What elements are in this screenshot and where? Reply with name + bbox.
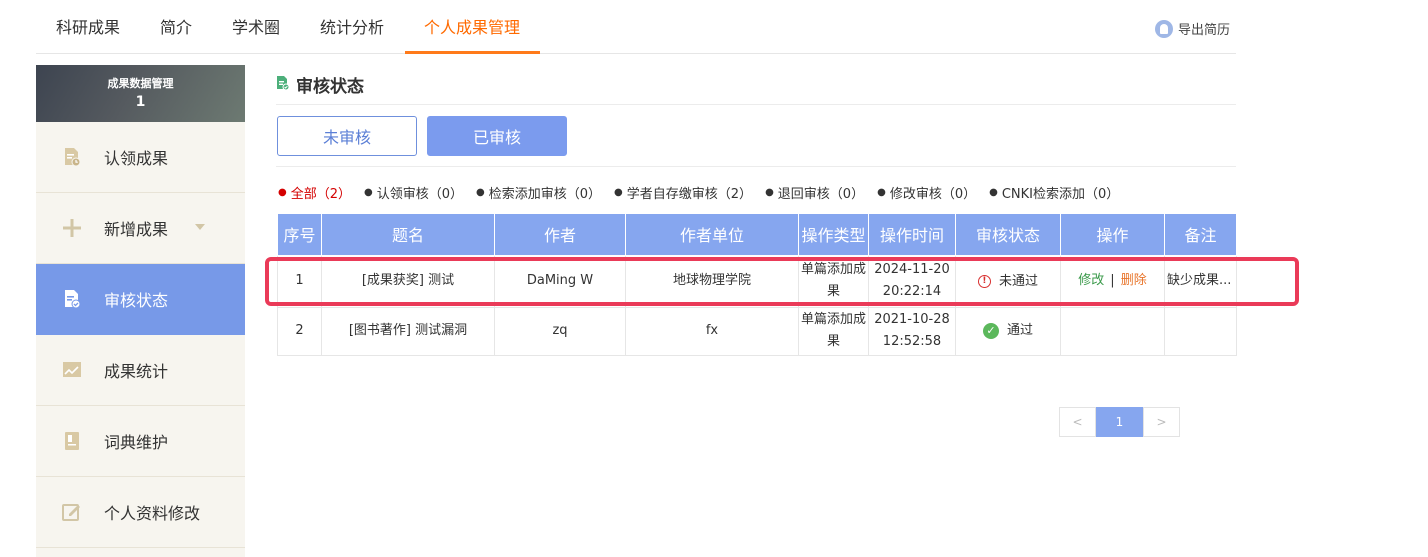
col-header-status: 审核状态 <box>955 214 1061 256</box>
cell-no: 1 <box>277 254 322 308</box>
warning-icon: ! <box>977 275 991 289</box>
document-check-icon <box>276 75 290 95</box>
cell-remark: 缺少成果... <box>1164 254 1237 308</box>
col-header-no: 序号 <box>277 214 322 256</box>
remark-text: 缺少成果... <box>1167 273 1232 288</box>
sidebar-item-review-status[interactable]: 审核状态 <box>36 264 245 335</box>
sidebar-item-label: 审核状态 <box>104 291 169 310</box>
action-separator: | <box>1110 273 1115 288</box>
section-header: 审核状态 <box>276 65 1236 105</box>
cell-op-type: 单篇添加成果 <box>798 254 869 308</box>
cell-author: zq <box>494 306 626 356</box>
col-header-op-time: 操作时间 <box>868 214 956 256</box>
filter-claim-review[interactable]: ● 认领审核（0） <box>364 183 463 202</box>
sidebar-item-profile-edit[interactable]: 个人资料修改 <box>36 477 245 548</box>
cell-op-time: 2024-11-20 20:22:14 <box>868 254 956 308</box>
edit-link[interactable]: 修改 <box>1078 273 1104 288</box>
filter-search-add-review[interactable]: ● 检索添加审核（0） <box>476 183 601 202</box>
cell-actions: 修改 | 删除 <box>1060 254 1165 308</box>
check-icon: ✓ <box>982 322 999 339</box>
table-row: 2 [图书著作] 测试漏洞 zq fx 单篇添加成果 2021-10-28 12… <box>277 306 1237 356</box>
sidebar-item-label: 词典维护 <box>104 433 169 452</box>
table-row: 1 [成果获奖] 测试 DaMing W 地球物理学院 单篇添加成果 2024-… <box>277 254 1237 308</box>
col-header-unit: 作者单位 <box>625 214 799 256</box>
section-title: 审核状态 <box>296 77 364 97</box>
filter-all[interactable]: ● 全部（2） <box>278 183 351 202</box>
main-content: 审核状态 未审核 已审核 <box>276 65 1236 167</box>
table-header-row: 序号 题名 作者 作者单位 操作类型 操作时间 审核状态 操作 备注 <box>277 214 1237 256</box>
cell-unit: fx <box>625 306 799 356</box>
chart-icon <box>62 360 82 380</box>
filter-cnki-add[interactable]: ● CNKI检索添加（0） <box>989 183 1119 202</box>
sidebar-item-results-stats[interactable]: 成果统计 <box>36 335 245 406</box>
sidebar: 成果数据管理 1 认领成果 新增成果 审核状态 成果统计 词典维护 个人资料修改 <box>36 65 245 557</box>
book-icon <box>62 431 82 451</box>
pagination: < 1 > <box>1059 407 1180 437</box>
delete-link[interactable]: 删除 <box>1121 273 1147 288</box>
chevron-down-icon <box>195 224 205 230</box>
edit-icon <box>62 502 82 522</box>
cell-status: ! 未通过 <box>955 254 1061 308</box>
filter-returned-review[interactable]: ● 退回审核（0） <box>765 183 864 202</box>
sidebar-item-label: 新增成果 <box>104 220 169 239</box>
col-header-action: 操作 <box>1060 214 1165 256</box>
sidebar-header-count: 1 <box>135 94 146 110</box>
cell-no: 2 <box>277 306 322 356</box>
tab-intro[interactable]: 简介 <box>160 17 192 39</box>
cell-op-time: 2021-10-28 12:52:58 <box>868 306 956 356</box>
cell-remark <box>1164 306 1237 356</box>
export-resume-button[interactable]: 导出简历 <box>1154 19 1230 38</box>
cell-author: DaMing W <box>494 254 626 308</box>
tab-research-results[interactable]: 科研成果 <box>56 17 120 39</box>
col-header-remark: 备注 <box>1164 214 1237 256</box>
sidebar-header-title: 成果数据管理 <box>107 77 174 90</box>
page-1-button[interactable]: 1 <box>1096 407 1143 437</box>
reviewed-button[interactable]: 已审核 <box>427 116 567 156</box>
prev-page-button[interactable]: < <box>1059 407 1096 437</box>
status-badge: 未通过 <box>998 273 1038 289</box>
cell-actions <box>1060 306 1165 356</box>
sidebar-item-claim-results[interactable]: 认领成果 <box>36 122 245 193</box>
export-resume-label: 导出简历 <box>1177 23 1230 38</box>
tab-statistics[interactable]: 统计分析 <box>320 17 384 39</box>
next-page-button[interactable]: > <box>1143 407 1180 437</box>
cell-unit: 地球物理学院 <box>625 254 799 308</box>
sidebar-item-label: 成果统计 <box>104 362 169 381</box>
document-check-icon <box>62 289 82 309</box>
active-tab-underline <box>405 51 540 54</box>
cell-op-type: 单篇添加成果 <box>798 306 869 356</box>
sidebar-item-add-results[interactable]: 新增成果 <box>36 193 245 264</box>
filter-bar: ● 全部（2） ● 认领审核（0） ● 检索添加审核（0） ● 学者自存缴审核（2） ●… <box>278 183 1119 202</box>
tab-personal-results[interactable]: 个人成果管理 <box>424 17 520 39</box>
review-toggle-row: 未审核 已审核 <box>276 105 1236 167</box>
resume-icon <box>1154 19 1173 38</box>
col-header-op-type: 操作类型 <box>798 214 869 256</box>
col-header-author: 作者 <box>494 214 626 256</box>
cell-status: ✓ 通过 <box>955 306 1061 356</box>
col-header-title: 题名 <box>321 214 495 256</box>
filter-modify-review[interactable]: ● 修改审核（0） <box>877 183 976 202</box>
top-nav: 科研成果 简介 学术圈 统计分析 个人成果管理 导出简历 <box>36 0 1236 54</box>
sidebar-item-label: 个人资料修改 <box>104 504 201 523</box>
tab-academic-circle[interactable]: 学术圈 <box>232 17 280 39</box>
plus-icon <box>62 218 82 238</box>
document-clock-icon <box>62 147 82 167</box>
review-table: 序号 题名 作者 作者单位 操作类型 操作时间 审核状态 操作 备注 1 [成果… <box>277 214 1237 356</box>
sidebar-item-label: 认领成果 <box>104 149 169 168</box>
status-badge: 通过 <box>1006 322 1033 338</box>
cell-title: [图书著作] 测试漏洞 <box>321 306 495 356</box>
sidebar-item-dictionary[interactable]: 词典维护 <box>36 406 245 477</box>
sidebar-header: 成果数据管理 1 <box>36 65 245 122</box>
unreviewed-button[interactable]: 未审核 <box>277 116 417 156</box>
cell-title: [成果获奖] 测试 <box>321 254 495 308</box>
filter-self-deposit-review[interactable]: ● 学者自存缴审核（2） <box>614 183 752 202</box>
